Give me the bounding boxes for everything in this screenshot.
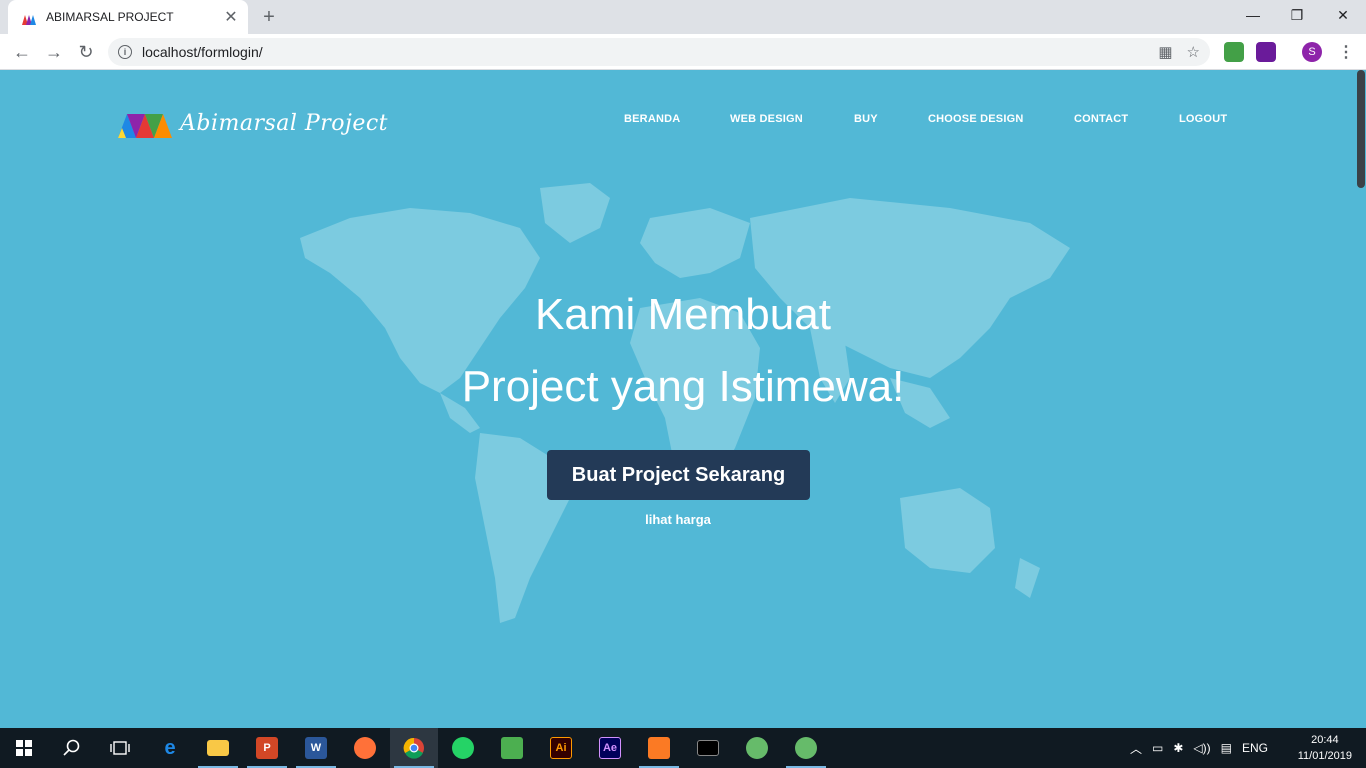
terminal-icon[interactable]	[684, 728, 732, 768]
search-icon[interactable]	[48, 728, 96, 768]
nav-item-logout[interactable]: LOGOUT	[1179, 113, 1227, 125]
nav-item-web-design[interactable]: WEB DESIGN	[730, 113, 803, 125]
wifi-icon[interactable]: ✱	[1173, 741, 1183, 755]
back-arrow-icon[interactable]: ←	[10, 40, 34, 64]
nav-item-choose-design[interactable]: CHOOSE DESIGN	[928, 113, 1024, 125]
nav-item-buy[interactable]: BUY	[854, 113, 878, 125]
translate-icon[interactable]: ▦	[1158, 43, 1172, 61]
extension-icon[interactable]	[1256, 42, 1276, 62]
sublime-text-icon[interactable]	[488, 728, 536, 768]
new-tab-button[interactable]: +	[258, 6, 280, 28]
minimize-button[interactable]: —	[1230, 0, 1276, 30]
system-clock[interactable]: 20:44 11/01/2019	[1298, 732, 1352, 764]
site-logo[interactable]: Abimarsal Project	[118, 108, 388, 138]
word-icon[interactable]: W	[292, 728, 340, 768]
page-scrollbar[interactable]	[1356, 70, 1366, 728]
volume-icon[interactable]: ◁))	[1193, 741, 1210, 755]
edge-icon[interactable]: e	[146, 728, 194, 768]
address-bar[interactable]: i localhost/formlogin/ ▦ ☆	[108, 38, 1210, 66]
forward-arrow-icon[interactable]: →	[42, 40, 66, 64]
windows-taskbar: e P W Ai Ae ︿ ▭ ✱ ◁)) ▤ ENG 20:44 11/01/…	[0, 728, 1366, 768]
create-project-button[interactable]: Buat Project Sekarang	[547, 450, 810, 500]
bookmark-star-icon[interactable]: ☆	[1187, 43, 1200, 61]
reload-icon[interactable]: ↻	[74, 40, 98, 64]
logo-text: Abimarsal Project	[180, 110, 389, 136]
close-tab-icon[interactable]: ✕	[222, 8, 240, 26]
language-indicator[interactable]: ENG	[1242, 741, 1268, 755]
site-info-icon[interactable]: i	[118, 45, 132, 59]
xampp-icon[interactable]	[635, 728, 683, 768]
scrollbar-thumb[interactable]	[1357, 70, 1365, 188]
atom-icon[interactable]	[782, 728, 830, 768]
hero-heading-line-2: Project yang Istimewa!	[461, 362, 905, 411]
task-view-icon[interactable]	[96, 728, 144, 768]
restore-button[interactable]: ❐	[1274, 0, 1320, 30]
clock-date: 11/01/2019	[1297, 750, 1352, 762]
tray-expand-icon[interactable]: ︿	[1130, 740, 1142, 757]
browser-tab[interactable]: ABIMARSAL PROJECT ✕	[8, 0, 248, 34]
powerpoint-icon[interactable]: P	[243, 728, 291, 768]
whatsapp-icon[interactable]	[439, 728, 487, 768]
battery-icon[interactable]: ▭	[1152, 741, 1163, 755]
browser-menu-icon[interactable]: ⋮	[1338, 42, 1354, 62]
after-effects-icon[interactable]: Ae	[586, 728, 634, 768]
browser-toolbar: ← → ↻ i localhost/formlogin/ ▦ ☆ S ⋮	[0, 34, 1366, 70]
firefox-icon[interactable]	[341, 728, 389, 768]
clock-time: 20:44	[1311, 734, 1339, 746]
site-favicon-icon	[22, 12, 36, 25]
tab-title: ABIMARSAL PROJECT	[46, 10, 174, 24]
nav-item-contact[interactable]: CONTACT	[1074, 113, 1128, 125]
chrome-icon[interactable]	[390, 728, 438, 768]
illustrator-icon[interactable]: Ai	[537, 728, 585, 768]
page-hero: Abimarsal Project BERANDA WEB DESIGN BUY…	[0, 70, 1366, 728]
atom-icon[interactable]	[733, 728, 781, 768]
extension-globe-icon[interactable]	[1224, 42, 1244, 62]
profile-avatar[interactable]: S	[1302, 42, 1322, 62]
notifications-icon[interactable]: ▤	[1221, 741, 1232, 755]
file-explorer-icon[interactable]	[194, 728, 242, 768]
close-window-button[interactable]: ✕	[1320, 0, 1366, 30]
nav-item-beranda[interactable]: BERANDA	[624, 113, 680, 125]
browser-tab-bar: ABIMARSAL PROJECT ✕ + — ❐ ✕	[0, 0, 1366, 34]
view-pricing-link[interactable]: lihat harga	[0, 512, 1356, 527]
hero-heading-line-1: Kami Membuat	[535, 290, 831, 339]
logo-triangles-icon	[118, 114, 172, 138]
url-text: localhost/formlogin/	[142, 44, 263, 60]
windows-start-icon[interactable]	[0, 728, 48, 768]
